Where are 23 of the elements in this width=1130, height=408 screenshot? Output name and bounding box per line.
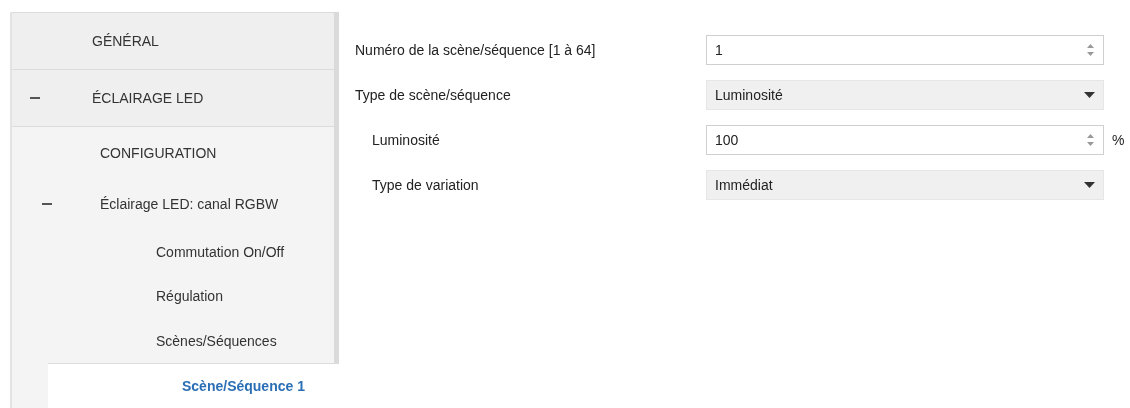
tree-item[interactable]: GÉNÉRAL (92, 33, 159, 50)
tree-item[interactable]: Régulation (156, 288, 223, 305)
field-label: Luminosité (371, 131, 441, 148)
unit-label: % (1112, 131, 1125, 148)
field-label: Numéro de la scène/séquence [1 à 64] (355, 41, 597, 58)
field-label: Type de scène/séquence (355, 86, 512, 103)
caret-icon (1084, 91, 1095, 98)
caret-icon (1084, 181, 1095, 188)
dropdown[interactable]: Immédiat (706, 169, 1104, 200)
tree-item[interactable]: Scènes/Séquences (156, 332, 277, 349)
number-field[interactable]: 1 (706, 34, 1104, 65)
spinner-arrows-icon[interactable] (1086, 41, 1095, 58)
collapse-icon[interactable] (42, 203, 52, 206)
spinner-arrows-icon[interactable] (1086, 131, 1095, 148)
tree-item[interactable]: Éclairage LED: canal RGBW (100, 196, 279, 213)
tree-item[interactable]: Commutation On/Off (156, 243, 285, 260)
tree-item[interactable]: CONFIGURATION (100, 144, 217, 161)
field-label: Type de variation (371, 176, 480, 193)
dropdown[interactable]: Luminosité (706, 79, 1104, 110)
collapse-icon[interactable] (30, 97, 40, 100)
number-field[interactable]: 100 (706, 124, 1104, 155)
tree-item[interactable]: Scène/Séquence 1 (182, 377, 305, 394)
tree-item[interactable]: ÉCLAIRAGE LED (92, 90, 204, 107)
